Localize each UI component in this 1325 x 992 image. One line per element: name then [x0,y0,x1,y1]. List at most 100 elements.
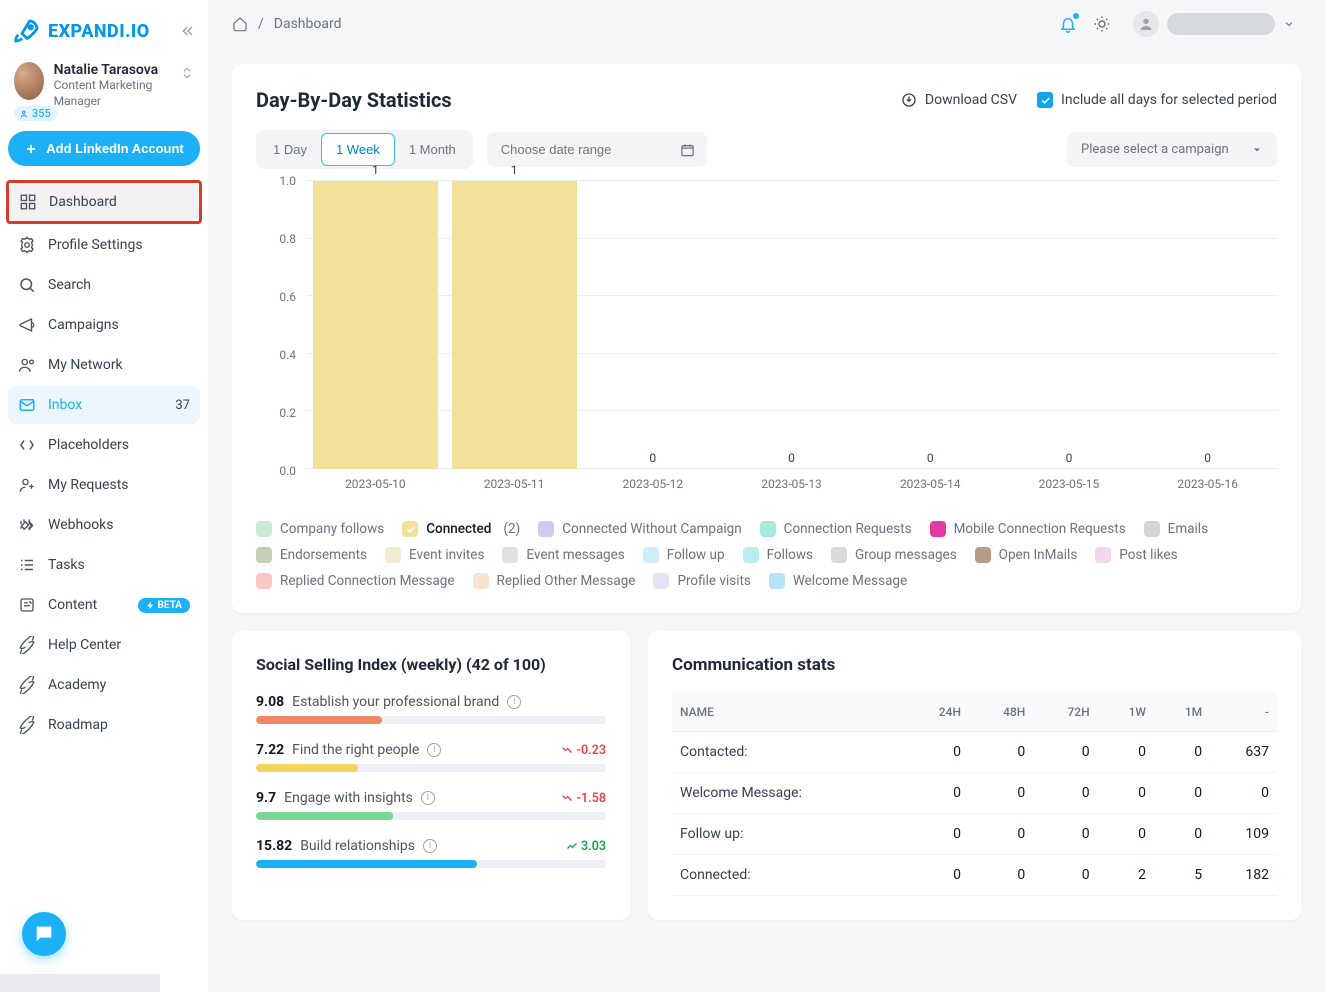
comm-title: Communication stats [672,655,1277,675]
legend-item[interactable]: Profile visits [653,573,750,589]
sidebar-item-academy[interactable]: Academy [8,666,200,704]
period-1month[interactable]: 1 Month [395,133,470,166]
table-row: Contacted:00000637 [672,732,1277,773]
bar-value-label: 0 [1066,451,1073,465]
legend-item[interactable]: Connection Requests [760,521,912,537]
ssi-label: Build relationships [300,838,415,854]
include-days-checkbox[interactable]: Include all days for selected period [1037,92,1277,108]
ssi-delta: -1.58 [561,791,606,806]
ssi-progress-fill [256,860,477,868]
download-csv-button[interactable]: Download CSV [901,92,1017,108]
sidebar-item-content[interactable]: ContentBETA [8,586,200,624]
date-range-input[interactable] [487,132,707,167]
ssi-card: Social Selling Index (weekly) (42 of 100… [232,631,630,920]
notifications-icon[interactable] [1059,15,1077,33]
info-icon[interactable]: i [507,695,521,709]
legend-swatch [831,547,847,563]
legend-item[interactable]: Group messages [831,547,957,563]
bar-slot: 1 [306,181,445,469]
table-row: Connected:00025182 [672,855,1277,896]
sidebar-item-campaigns[interactable]: Campaigns [8,306,200,344]
bar-slot: 1 [445,181,584,469]
info-icon[interactable]: i [423,839,437,853]
legend-item[interactable]: Event invites [385,547,484,563]
user-card[interactable]: Natalie Tarasova Content Marketing Manag… [8,58,200,117]
account-menu[interactable] [1127,9,1301,39]
theme-toggle-icon[interactable] [1093,15,1111,33]
sidebar-item-label: My Network [48,357,123,373]
x-tick: 2023-05-11 [445,477,584,491]
sidebar-item-placeholders[interactable]: Placeholders [8,426,200,464]
legend-swatch [930,521,946,537]
sidebar-item-search[interactable]: Search [8,266,200,304]
bar-slot: 0 [1138,181,1277,469]
comm-header: 72H [1033,693,1097,732]
bar-value-label: 1 [372,163,379,177]
period-1day[interactable]: 1 Day [259,133,321,166]
topbar: / Dashboard [208,0,1325,48]
legend-item[interactable]: Open InMails [975,547,1078,563]
ssi-progress-fill [256,764,358,772]
legend-item[interactable]: Replied Connection Message [256,573,455,589]
table-row: Welcome Message:000000 [672,773,1277,814]
campaigns-icon [18,316,36,334]
bar-slot: 0 [583,181,722,469]
legend-item[interactable]: Mobile Connection Requests [930,521,1126,537]
sidebar-item-requests[interactable]: My Requests [8,466,200,504]
legend-item[interactable]: Endorsements [256,547,367,563]
sidebar-item-profile[interactable]: Profile Settings [8,226,200,264]
sidebar-item-label: Help Center [48,637,121,653]
x-tick: 2023-05-12 [583,477,722,491]
chart-bar[interactable] [452,181,577,469]
sidebar-item-inbox[interactable]: Inbox37 [8,386,200,424]
webhooks-icon [18,516,36,534]
chart-bar[interactable] [313,181,438,469]
legend-item[interactable]: Follow up [643,547,725,563]
legend-item[interactable]: Welcome Message [769,573,907,589]
breadcrumb: / Dashboard [232,16,342,32]
legend-item[interactable]: Emails [1144,521,1208,537]
sidebar-item-dashboard[interactable]: Dashboard [9,183,199,221]
legend-item[interactable]: Connected(2) [402,521,520,537]
home-icon[interactable] [232,16,248,32]
period-1week[interactable]: 1 Week [321,133,395,166]
sidebar-item-network[interactable]: My Network [8,346,200,384]
sidebar-item-label: Academy [48,677,106,693]
brand-logo[interactable]: EXPANDI.IO [12,16,150,46]
user-expand-icon[interactable] [180,62,194,80]
ssi-progress-bar [256,764,606,772]
collapse-sidebar-icon[interactable] [180,23,196,39]
x-tick: 2023-05-15 [1000,477,1139,491]
legend-swatch [256,573,272,589]
legend-swatch [653,573,669,589]
sidebar-item-webhooks[interactable]: Webhooks [8,506,200,544]
nav-list: Dashboard Profile SettingsSearchCampaigns… [8,180,200,744]
table-row: Follow up:00000109 [672,814,1277,855]
connections-badge: 355 [14,106,57,121]
legend-item[interactable]: Replied Other Message [473,573,636,589]
sidebar-item-label: Webhooks [48,517,114,533]
legend-swatch [256,547,272,563]
sidebar-item-help[interactable]: Help Center [8,626,200,664]
legend-item[interactable]: Follows [743,547,813,563]
requests-icon [18,476,36,494]
legend-item[interactable]: Event messages [502,547,624,563]
info-icon[interactable]: i [427,743,441,757]
ssi-value: 7.22 [256,742,284,758]
legend-item[interactable]: Connected Without Campaign [538,521,741,537]
sidebar-item-roadmap[interactable]: Roadmap [8,706,200,744]
add-linkedin-button[interactable]: Add LinkedIn Account [8,131,200,166]
info-icon[interactable]: i [421,791,435,805]
calendar-icon[interactable] [680,142,695,157]
ssi-label: Establish your professional brand [292,694,499,710]
legend-swatch [769,573,785,589]
y-tick: 0.2 [279,406,296,420]
ssi-row: 9.08Establish your professional brandi [256,694,606,724]
account-name-placeholder [1167,13,1275,35]
legend-item[interactable]: Post likes [1095,547,1177,563]
legend-item[interactable]: Company follows [256,521,384,537]
campaign-select[interactable]: Please select a campaign [1067,132,1277,167]
sidebar-item-label: Placeholders [48,437,129,453]
sidebar-item-tasks[interactable]: Tasks [8,546,200,584]
chat-widget-button[interactable] [22,912,66,956]
